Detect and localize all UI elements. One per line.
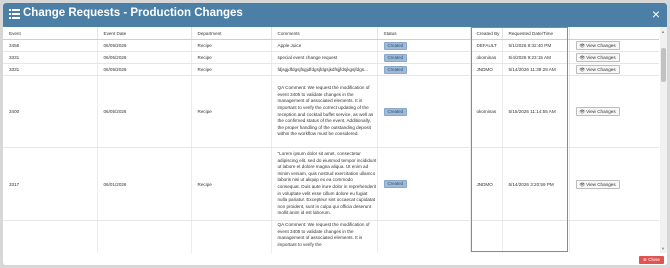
cell-action [568,220,659,253]
cell-action: 👁View Changes [568,147,659,221]
status-badge: Created [383,41,408,50]
cell-department: Recipe [190,39,271,52]
cell-comment: Apple Juice [270,39,377,52]
cell-event-date [96,220,191,253]
col-header-requested-date[interactable]: Requested Date/Time [501,27,569,40]
eye-icon: 👁 [579,67,586,72]
cell-action: 👁View Changes [568,63,659,76]
cell-created-by: JNDMO [469,63,502,76]
view-changes-label: View Changes [586,109,616,114]
scroll-up-icon[interactable]: ▲ [661,29,665,34]
cell-department: Recipe [190,75,271,148]
cell-comment: special event change request [270,51,377,64]
view-changes-button[interactable]: 👁View Changes [575,107,620,116]
cell-department [190,220,271,253]
cell-event: 3317 [3,147,97,221]
cell-created-by: JNDMO [469,147,502,221]
close-icon[interactable]: × [652,6,660,22]
cell-status: Created [376,51,470,64]
cell-created-by: okominas [469,75,502,148]
change-requests-table: Event Event Date Department Comments Sta… [3,27,659,253]
col-header-created-by[interactable]: Created By [469,27,502,40]
cell-created-by: DEFAULT [469,39,502,52]
cell-comment: QA Comment: We request the modification … [270,220,377,253]
scroll-down-icon[interactable]: ▼ [661,246,665,251]
status-badge: Created [383,107,408,116]
view-changes-button[interactable]: 👁View Changes [575,53,620,62]
header-row: Event Event Date Department Comments Sta… [3,27,659,40]
col-header-actions [568,27,659,40]
cell-action: 👁View Changes [568,39,659,52]
cell-status: Created [376,147,470,221]
cell-requested: 5/4/2026 9:23:15 AM [501,51,569,64]
cell-status [376,220,470,253]
view-changes-label: View Changes [586,43,616,48]
cell-event [3,220,97,253]
cell-event: 3331 [3,63,97,76]
view-changes-button[interactable]: 👁View Changes [575,179,620,189]
cell-status: Created [376,75,470,148]
modal-footer [3,253,667,265]
table-row: 3317 06/01/2026 Recipe "Lorem ipsum dolo… [3,147,659,221]
view-changes-label: View Changes [586,181,616,187]
eye-icon: 👁 [579,181,586,187]
cell-department: Recipe [190,147,271,221]
cell-event: 3331 [3,51,97,64]
status-badge: Created [383,65,408,74]
cell-event: 3456 [3,39,97,52]
eye-icon: 👁 [579,43,586,48]
table-row: 3456 06/05/2026 Recipe Apple Juice Creat… [3,39,659,52]
change-requests-modal: Change Requests - Production Changes × E… [3,3,667,265]
list-icon [9,9,20,19]
cell-comment: fdjsgjdfdgsjfsgjdfdgsjfdgsjkdfsjjfdsjkgs… [270,63,377,76]
cell-event-date: 06/05/2026 [96,51,191,64]
cell-requested: 5/14/2026 3:20:59 PM [501,147,569,221]
cell-requested [501,220,569,253]
cell-requested: 5/1/2026 8:32:40 PM [501,39,569,52]
table-row: 3331 06/05/2026 Recipe fdjsgjdfdgsjfsgjd… [3,63,659,76]
col-header-event-date[interactable]: Event Date [96,27,191,40]
modal-title: Change Requests - Production Changes [23,7,243,19]
change-requests-grid: Event Event Date Department Comments Sta… [3,27,659,253]
view-changes-button[interactable]: 👁View Changes [575,65,620,74]
col-header-comments[interactable]: Comments [270,27,377,40]
close-button[interactable]: ⊗ Close [639,256,664,264]
cell-status: Created [376,63,470,76]
view-changes-label: View Changes [586,67,616,72]
cell-event-date: 06/05/2026 [96,39,191,52]
scrollbar-thumb[interactable] [661,48,666,82]
cell-requested: 5/15/2026 11:14:55 AM [501,75,569,148]
col-header-event[interactable]: Event [3,27,97,40]
status-badge: Created [383,53,408,62]
cell-event-date: 06/05/2026 [96,75,191,148]
cell-event-date: 06/05/2026 [96,63,191,76]
modal-titlebar: Change Requests - Production Changes × [3,3,667,27]
cell-requested: 5/14/2026 11:39:28 AM [501,63,569,76]
cell-department: Recipe [190,51,271,64]
view-changes-button[interactable]: 👁View Changes [575,41,620,50]
cell-status: Created [376,39,470,52]
cell-action: 👁View Changes [568,51,659,64]
status-badge: Created [383,180,408,188]
cell-event: 3400 [3,75,97,148]
cell-event-date: 06/01/2026 [96,147,191,221]
cell-action: 👁View Changes [568,75,659,148]
eye-icon: 👁 [579,55,586,60]
cell-comment: QA Comment: We request the modification … [270,75,377,148]
eye-icon: 👁 [579,109,586,114]
vertical-scrollbar[interactable]: ▲ ▼ [660,27,667,253]
view-changes-label: View Changes [586,55,616,60]
cell-comment: "Lorem ipsum dolor sit amet, consectetur… [270,147,377,221]
table-row: 3331 06/05/2026 Recipe special event cha… [3,51,659,64]
close-circle-icon: ⊗ [643,257,647,262]
col-header-department[interactable]: Department [190,27,271,40]
table-row: 3400 06/05/2026 Recipe QA Comment: We re… [3,75,659,148]
col-header-status[interactable]: Status [376,27,470,40]
cell-department: Recipe [190,63,271,76]
close-button-label: Close [648,257,660,262]
table-row: QA Comment: We request the modification … [3,220,659,253]
cell-created-by: okominas [469,51,502,64]
cell-created-by [469,220,502,253]
